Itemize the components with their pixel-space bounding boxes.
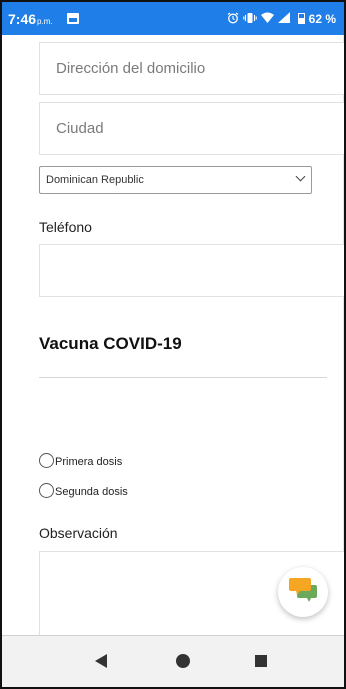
status-bar: 7:46p.m. 62 % [2,2,344,35]
country-selected-value: Dominican Republic [46,174,144,186]
image-icon [66,13,79,24]
address-field[interactable]: Dirección del domicilio [39,42,344,95]
observation-label: Observación [39,525,118,541]
form-content: Dirección del domicilio Ciudad Dominican… [2,35,344,635]
radio-label: Segunda dosis [55,486,128,498]
status-time: 7:46p.m. [8,11,53,27]
chat-bubbles-icon [288,576,318,609]
radio-second-dose[interactable]: Segunda dosis [39,482,128,498]
phone-field[interactable] [39,244,344,297]
phone-label: Teléfono [39,219,92,235]
battery-icon [297,13,305,24]
chat-button[interactable] [278,567,328,617]
alarm-icon [227,12,239,26]
vaccine-title: Vacuna COVID-19 [39,334,182,353]
radio-label: Primera dosis [55,456,123,468]
wifi-icon [260,12,274,25]
city-field[interactable]: Ciudad [39,102,344,155]
radio-first-dose[interactable]: Primera dosis [39,452,122,468]
time-text: 7:46 [8,10,37,27]
recents-icon[interactable] [255,655,267,667]
android-nav-bar [2,635,344,687]
status-icons: 62 % [227,12,336,26]
back-icon[interactable] [95,654,107,668]
city-placeholder: Ciudad [56,120,104,137]
phone-screen: 7:46p.m. 62 % Dirección del domicilio Ci… [0,0,346,689]
chevron-down-icon [295,171,306,182]
ampm-text: p.m. [37,16,53,26]
battery-text: 62 % [308,11,336,26]
section-divider [39,377,327,378]
address-placeholder: Dirección del domicilio [56,60,206,77]
radio-button[interactable] [39,452,54,468]
vibrate-icon [242,12,257,26]
radio-button[interactable] [39,482,54,498]
signal-icon [277,12,290,25]
country-select[interactable]: Dominican Republic [39,166,312,194]
home-icon[interactable] [176,654,190,668]
